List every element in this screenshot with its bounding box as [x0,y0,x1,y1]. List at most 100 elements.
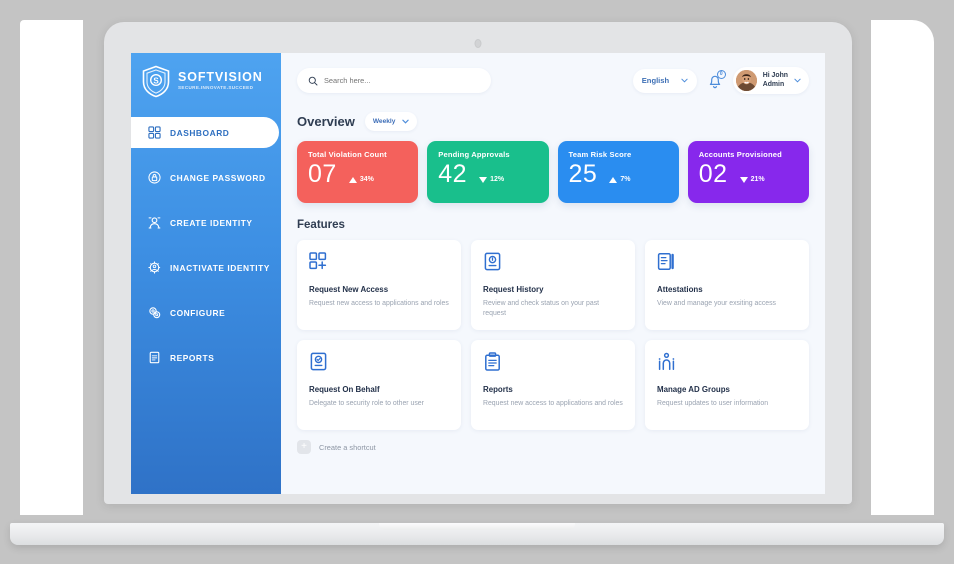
sidebar-item-label: CREATE IDENTITY [170,217,253,228]
features-grid: Request New Access Request new access to… [297,240,809,430]
stat-card-accounts-provisioned[interactable]: Accounts Provisioned 02 21% [687,141,809,203]
stat-delta-value: 12% [490,176,505,183]
search-input[interactable] [324,76,480,85]
overview-header: Overview Weekly [297,112,809,131]
trend-down-icon [479,176,488,183]
chevron-down-icon [402,119,410,124]
sidebar-item-dashboard[interactable]: DASHBOARD [131,117,279,148]
stat-value: 02 [698,160,728,188]
topbar-right: English 0 Hi John Admin [632,67,809,94]
feature-card-request-history[interactable]: Request History Review and check status … [471,240,635,330]
feature-title: Manage AD Groups [657,385,730,394]
stat-delta-value: 7% [620,176,631,183]
stat-card-pending-approvals[interactable]: Pending Approvals 42 12% [427,141,549,203]
period-selected-label: Weekly [372,118,396,125]
sidebar-item-label: REPORTS [170,352,215,363]
sidebar-item-create-identity[interactable]: CREATE IDENTITY [131,207,281,238]
language-selector[interactable]: English [632,68,697,93]
grid-icon [148,126,161,139]
feature-card-attestations[interactable]: Attestations View and manage your exsiti… [645,240,809,330]
sidebar-item-reports[interactable]: REPORTS [131,342,281,373]
screenshot-stage: S SOFTVISION SECURE.INNOVATE.SUCCEED DAS… [0,0,954,564]
user-add-icon [148,217,161,229]
user-menu[interactable]: Hi John Admin [732,67,809,94]
avatar [735,70,757,91]
feature-desc: View and manage your exsiting access [657,300,776,307]
feature-card-request-new-access[interactable]: Request New Access Request new access to… [297,240,461,330]
search-icon [308,76,318,85]
feature-title: Attestations [657,285,703,294]
user-identity: Hi John Admin [763,72,788,90]
stat-label: Accounts Provisioned [698,150,782,159]
sidebar-item-inactivate-identity[interactable]: INACTIVATE IDENTITY [131,252,281,283]
trend-down-icon [739,176,748,183]
stat-delta-value: 34% [359,176,374,183]
stat-label: Pending Approvals [438,150,510,159]
page-title: Overview [297,114,355,129]
feature-desc: Request new access to applications and r… [309,300,449,307]
features-title: Features [297,219,345,231]
feature-card-manage-ad-groups[interactable]: Manage AD Groups Request updates to user… [645,340,809,430]
feature-desc: Request updates to user information [657,400,769,407]
sidebar: S SOFTVISION SECURE.INNOVATE.SUCCEED DAS… [131,53,281,494]
feature-title: Reports [483,385,513,394]
sidebar-item-change-password[interactable]: CHANGE PASSWORD [131,162,281,193]
webcam-icon [474,39,482,48]
backdrop-panel-left [20,20,83,515]
stat-delta: 21% [739,176,765,183]
feature-card-reports[interactable]: Reports Request new access to applicatio… [471,340,635,430]
gears-icon [149,307,161,319]
stat-value: 07 [308,160,337,188]
search-box[interactable] [297,68,491,93]
notifications-button[interactable]: 0 [706,69,726,90]
topbar: English 0 [297,67,809,94]
stat-label: Team Risk Score [568,150,632,159]
brand-name: SOFTVISION [178,70,263,85]
badge-check-icon [310,352,327,371]
stat-card-team-risk-score[interactable]: Team Risk Score 25 7% [557,141,679,203]
plus-icon[interactable]: + [297,440,311,454]
chevron-down-icon [794,78,801,83]
user-avatar [735,70,757,91]
svg-text:S: S [153,76,159,85]
trend-up-icon [348,176,357,183]
notification-badge: 0 [716,69,726,79]
backdrop-panel-right [871,20,934,515]
stat-delta: 12% [479,176,504,183]
stat-card-total-violation-count[interactable]: Total Violation Count 07 34% [297,141,419,203]
stat-label: Total Violation Count [308,150,387,159]
main-content: English 0 [281,53,825,494]
stat-delta-value: 21% [750,176,765,183]
feature-title: Request History [483,285,544,294]
sidebar-nav: DASHBOARD CHANGE PASSWORD CREATE IDENTIT… [131,117,281,373]
period-selector[interactable]: Weekly [364,112,418,131]
feature-desc: Review and check status on your past req… [483,300,600,318]
create-shortcut-label: Create a shortcut [319,442,376,452]
history-badge-icon [484,252,501,271]
sidebar-item-configure[interactable]: CONFIGURE [131,297,281,328]
shield-s-logo-icon: S [142,65,170,97]
language-selected-label: English [641,76,670,85]
laptop-base-notch [379,523,575,530]
sidebar-item-label: INACTIVATE IDENTITY [170,262,270,273]
brand-logo: S SOFTVISION SECURE.INNOVATE.SUCCEED [131,53,281,109]
clipboard-icon [485,352,500,371]
document-icon [149,351,160,364]
feature-desc: Delegate to security role to other user [309,400,424,407]
sidebar-item-label: CHANGE PASSWORD [170,172,266,183]
sidebar-item-label: CONFIGURE [170,307,226,318]
create-shortcut-row[interactable]: + Create a shortcut [297,440,809,454]
app-screen: S SOFTVISION SECURE.INNOVATE.SUCCEED DAS… [131,53,825,494]
user-gear-icon [148,261,161,274]
feature-card-request-on-behalf[interactable]: Request On Behalf Delegate to security r… [297,340,461,430]
stat-cards: Total Violation Count 07 34% Pending App… [297,141,809,203]
people-group-icon [658,352,675,370]
lock-circle-icon [148,171,161,184]
stat-delta: 34% [348,176,374,183]
feature-desc: Request new access to applications and r… [483,400,623,407]
document-list-icon [657,253,674,270]
grid-plus-icon [309,252,327,270]
trend-up-icon [609,176,618,183]
stat-value: 25 [568,160,598,188]
stat-value: 42 [438,160,468,188]
